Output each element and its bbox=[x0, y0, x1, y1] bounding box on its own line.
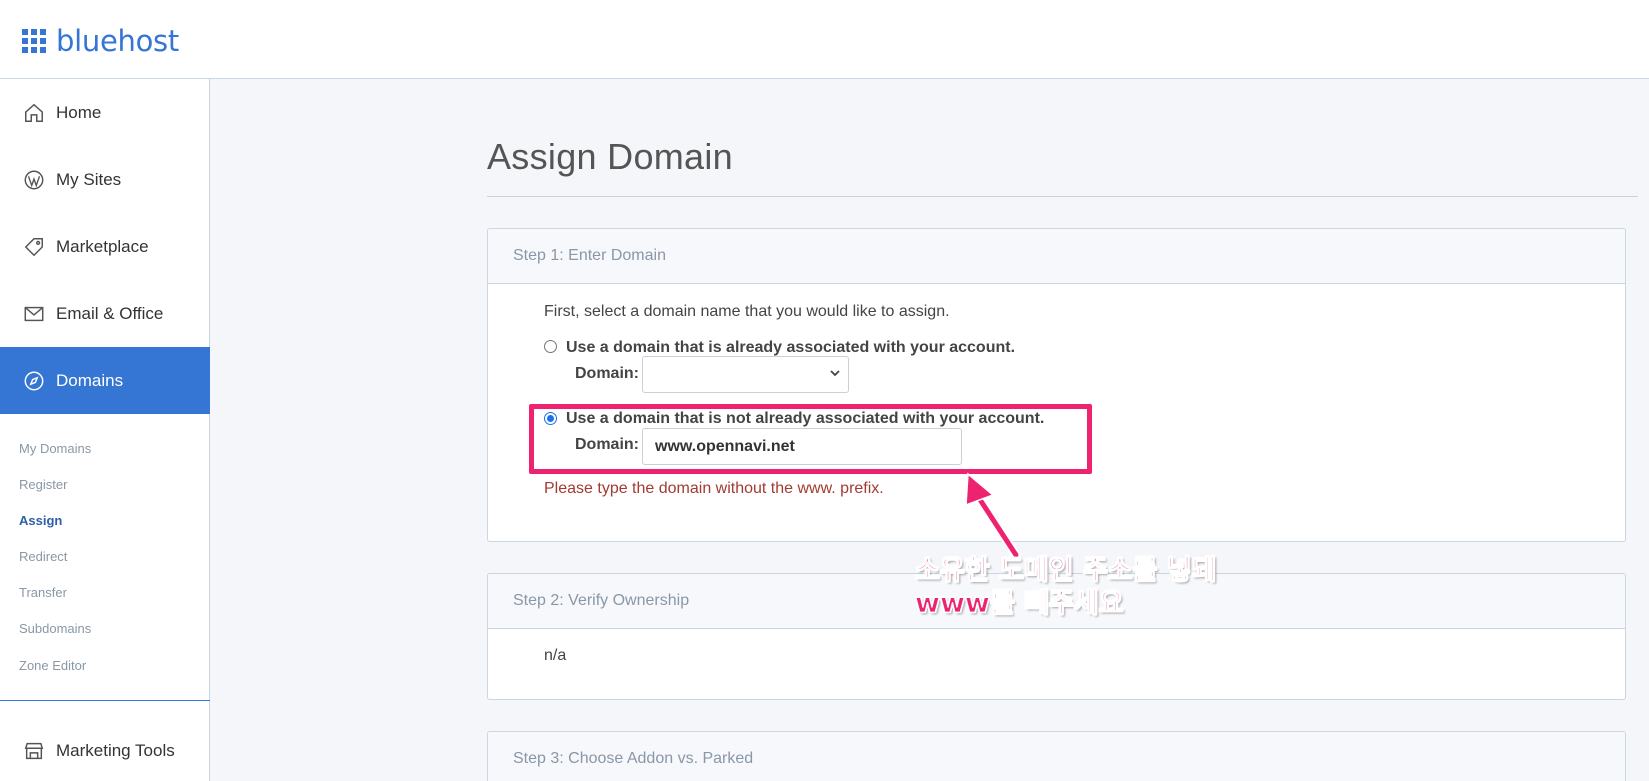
radio-existing-domain[interactable] bbox=[544, 340, 557, 353]
subnav-my-domains[interactable]: My Domains bbox=[19, 441, 91, 456]
chevron-down-icon bbox=[830, 370, 840, 377]
store-icon bbox=[22, 739, 46, 763]
sidebar-item-home[interactable]: Home bbox=[0, 79, 210, 146]
domain-label-existing: Domain: bbox=[575, 365, 639, 382]
subnav-zone-editor[interactable]: Zone Editor bbox=[19, 658, 86, 673]
existing-domain-select[interactable] bbox=[642, 356, 849, 393]
subnav-register[interactable]: Register bbox=[19, 477, 67, 492]
annotation-line-2: www를 빼주세요 bbox=[914, 588, 1124, 620]
option-existing-label[interactable]: Use a domain that is already associated … bbox=[566, 339, 1015, 357]
subnav-subdomains[interactable]: Subdomains bbox=[19, 621, 91, 636]
sidebar-item-domains[interactable]: Domains bbox=[0, 347, 210, 414]
subnav-redirect[interactable]: Redirect bbox=[19, 549, 67, 564]
grid-logo-icon bbox=[22, 29, 46, 53]
brand-name: bluehost bbox=[56, 24, 179, 58]
sidebar-item-label: Home bbox=[56, 102, 102, 122]
sidebar-item-email-office[interactable]: Email & Office bbox=[0, 280, 210, 347]
sidebar-item-marketing-tools[interactable]: Marketing Tools bbox=[0, 717, 210, 781]
step3-panel: Step 3: Choose Addon vs. Parked bbox=[487, 731, 1626, 781]
sidebar-item-label: My Sites bbox=[56, 169, 122, 189]
bluehost-logo[interactable]: bluehost bbox=[22, 24, 179, 58]
wordpress-icon bbox=[22, 168, 46, 192]
sidebar: Home My Sites Marketplace Email & Office… bbox=[0, 79, 210, 781]
top-header: bluehost bbox=[0, 0, 1649, 79]
annotation-line-1: 소유한 도메인 주소를 넣돼 bbox=[914, 555, 1217, 587]
subnav-assign[interactable]: Assign bbox=[19, 513, 62, 528]
domain-error-message: Please type the domain without the www. … bbox=[544, 480, 884, 497]
sidebar-item-label: Marketing Tools bbox=[56, 740, 175, 760]
sidebar-item-label: Marketplace bbox=[56, 236, 149, 256]
mail-icon bbox=[22, 302, 46, 326]
step3-header: Step 3: Choose Addon vs. Parked bbox=[488, 732, 1625, 781]
annotation-text: 소유한 도메인 주소를 넣돼 www를 빼주세요 bbox=[914, 554, 1217, 620]
step1-intro: First, select a domain name that you wou… bbox=[544, 303, 950, 320]
sidebar-divider bbox=[0, 700, 210, 701]
sidebar-item-my-sites[interactable]: My Sites bbox=[0, 146, 210, 213]
title-divider bbox=[487, 196, 1638, 197]
highlight-box bbox=[529, 404, 1092, 474]
subnav-transfer[interactable]: Transfer bbox=[19, 585, 67, 600]
step1-header: Step 1: Enter Domain bbox=[488, 229, 1625, 284]
compass-icon bbox=[22, 369, 46, 393]
step2-body-text: n/a bbox=[544, 647, 567, 664]
home-icon bbox=[22, 101, 46, 125]
sidebar-item-marketplace[interactable]: Marketplace bbox=[0, 213, 210, 280]
tag-icon bbox=[22, 235, 46, 259]
sidebar-item-label: Email & Office bbox=[56, 303, 164, 323]
step1-panel: Step 1: Enter Domain First, select a dom… bbox=[487, 228, 1626, 542]
page-title: Assign Domain bbox=[487, 136, 734, 177]
sidebar-item-label: Domains bbox=[56, 370, 124, 390]
